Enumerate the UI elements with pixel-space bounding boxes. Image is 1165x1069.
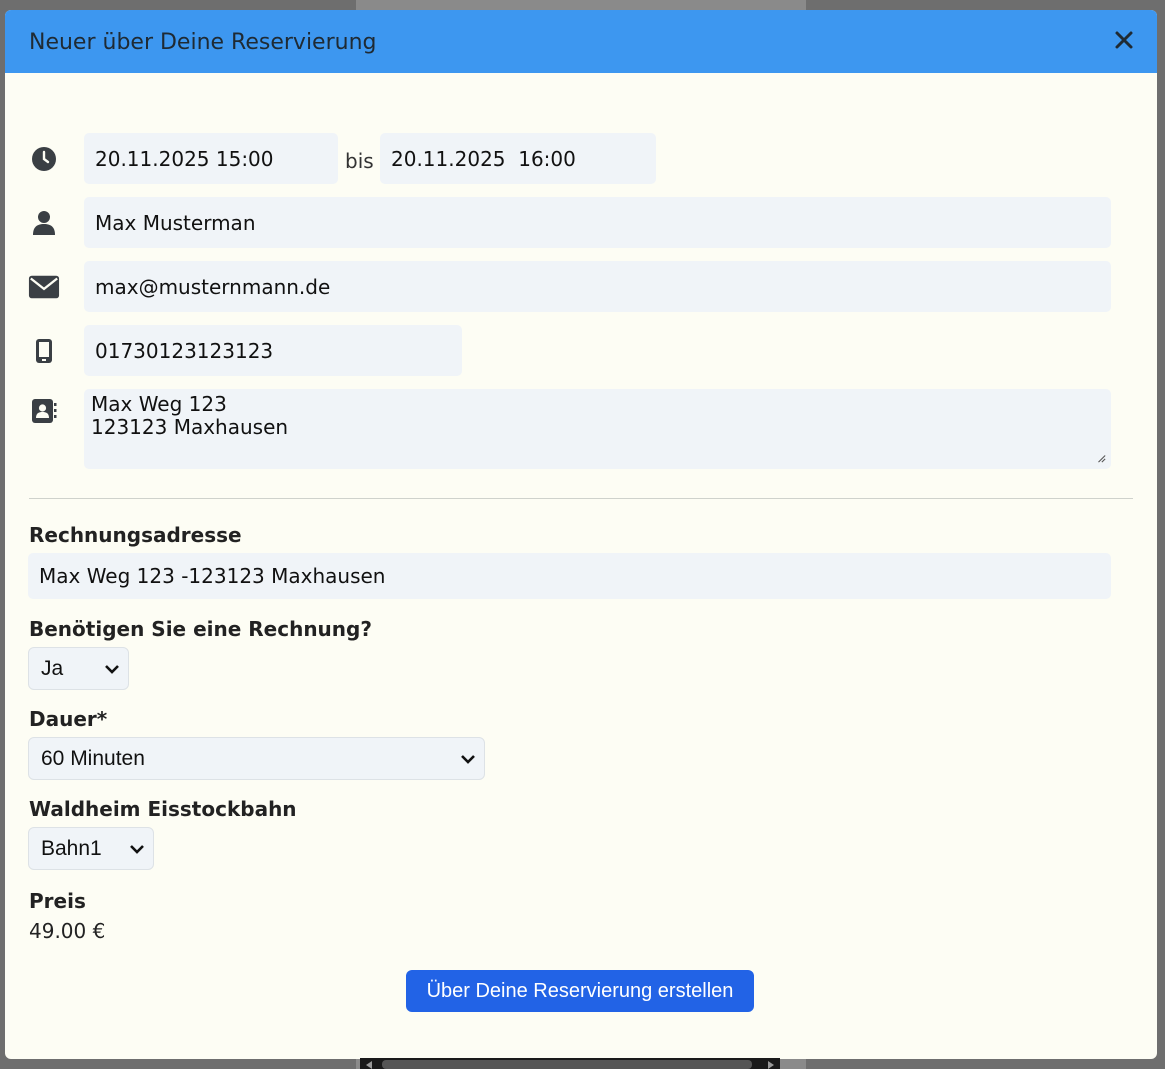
close-button[interactable] [1113,29,1135,51]
address-textarea[interactable]: Max Weg 123 123123 Maxhausen [84,389,1111,469]
end-datetime-input[interactable]: 20.11.2025 16:00 [380,133,656,184]
modal-title: Neuer über Deine Reservierung [29,30,377,55]
lane-label: Waldheim Eisstockbahn [29,797,297,821]
mobile-icon [28,336,60,366]
scroll-right-icon[interactable] [768,1061,774,1069]
chevron-down-icon [130,844,144,854]
duration-selected-value: 60 Minuten [41,746,145,770]
invoice-select[interactable]: Ja [28,647,129,690]
duration-label: Dauer* [29,707,108,731]
chevron-down-icon [105,664,119,674]
address-book-icon [28,396,60,426]
price-value: 49.00 € [29,919,106,943]
duration-select[interactable]: 60 Minuten [28,737,485,780]
chevron-down-icon [461,754,475,764]
modal-header: Neuer über Deine Reservierung [5,10,1157,73]
reservation-modal: Neuer über Deine Reservierung 20.11.2025… [5,10,1157,1059]
section-divider [29,498,1133,499]
resize-grip-icon[interactable] [1096,453,1106,463]
price-label: Preis [29,889,86,913]
billing-address-input[interactable]: Max Weg 123 -123123 Maxhausen [28,553,1111,599]
horizontal-scrollbar[interactable] [360,1058,780,1069]
invoice-label: Benötigen Sie eine Rechnung? [29,617,372,641]
phone-input[interactable]: 01730123123123 [84,325,462,376]
envelope-icon [28,272,60,302]
submit-reservation-button[interactable]: Über Deine Reservierung erstellen [406,970,754,1012]
user-icon [28,208,60,238]
invoice-selected-value: Ja [41,656,64,680]
email-input[interactable]: max@musternmann.de [84,261,1111,312]
lane-select[interactable]: Bahn1 [28,827,154,870]
close-icon [1115,31,1133,49]
billing-label: Rechnungsadresse [29,523,242,547]
clock-icon [28,144,60,174]
scroll-left-icon[interactable] [366,1061,372,1069]
date-separator: bis [345,149,374,173]
lane-selected-value: Bahn1 [41,836,102,860]
scrollbar-thumb[interactable] [382,1060,752,1069]
start-datetime-input[interactable]: 20.11.2025 15:00 [84,133,338,184]
name-input[interactable]: Max Musterman [84,197,1111,248]
